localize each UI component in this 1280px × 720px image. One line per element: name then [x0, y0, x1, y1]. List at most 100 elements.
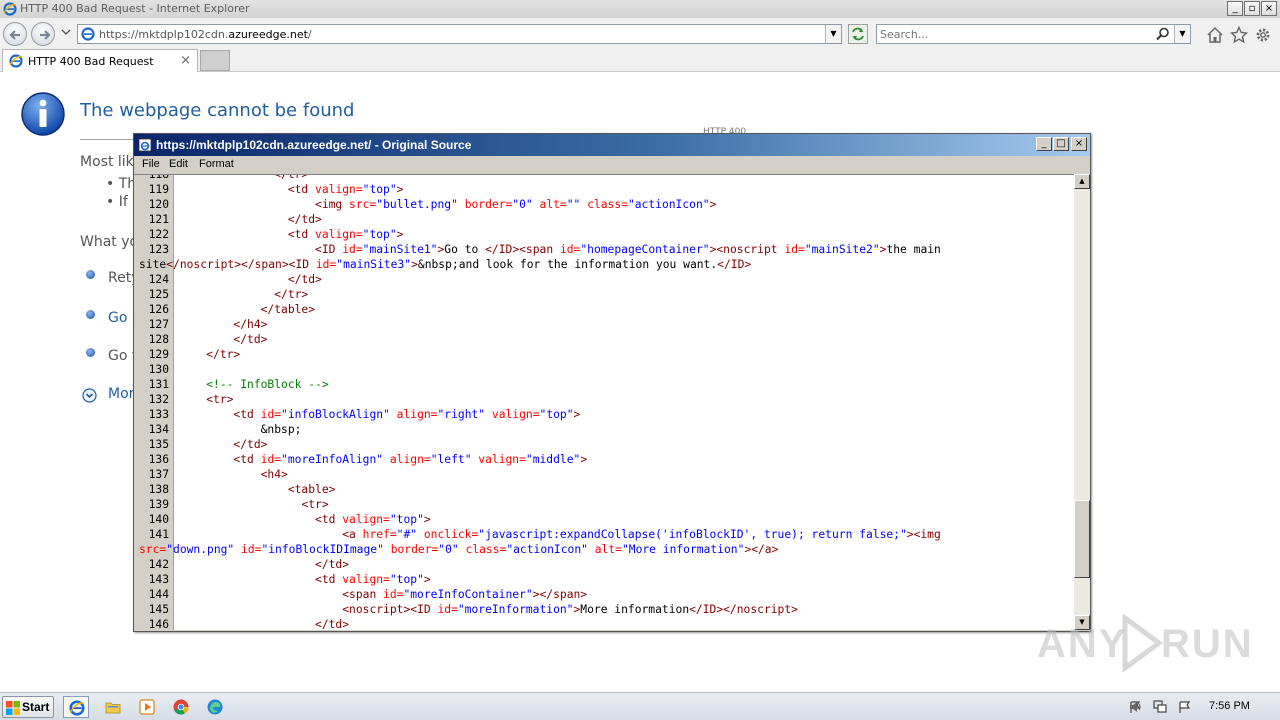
scrollbar-thumb[interactable]	[1074, 500, 1090, 578]
line-number: 130	[148, 363, 169, 376]
line-number: 132	[148, 393, 169, 406]
volume-icon[interactable]	[1128, 700, 1144, 714]
taskbar-clock[interactable]: 7:56 PM	[1209, 700, 1250, 712]
line-number: 134	[148, 423, 169, 436]
code-text: <a href="#" onclick="javascript:expandCo…	[342, 528, 941, 541]
restore-button[interactable]: ▫	[1244, 1, 1260, 16]
code-text: </td>	[287, 273, 322, 286]
bullet-icon	[86, 348, 95, 357]
code-text: </tr>	[206, 348, 241, 361]
code-text: </td>	[315, 558, 350, 571]
refresh-icon	[852, 27, 864, 41]
back-button[interactable]	[3, 22, 27, 46]
code-text: </td>	[233, 438, 268, 451]
code-line: 138 <table>	[134, 482, 1074, 497]
line-number: 137	[148, 468, 169, 481]
code-line: 132 <tr>	[134, 392, 1074, 407]
network-icon[interactable]	[1152, 700, 1168, 714]
code-line: 121 </td>	[134, 212, 1074, 227]
code-line: 141 <a href="#" onclick="javascript:expa…	[134, 527, 1074, 542]
code-text: src="down.png" id="infoBlockIDImage" bor…	[139, 543, 779, 556]
source-minimize-button[interactable]: _	[1036, 137, 1052, 151]
tab-label: HTTP 400 Bad Request	[28, 55, 154, 68]
close-button[interactable]: ×	[1261, 1, 1277, 16]
code-text: </table>	[260, 303, 316, 316]
code-text: site</noscript></span><ID id="mainSite3"…	[139, 258, 752, 271]
error-title: The webpage cannot be found	[80, 100, 355, 121]
code-text: <td id="moreInfoAlign" align="left" vali…	[233, 453, 588, 466]
home-icon[interactable]	[1206, 26, 1224, 44]
tab-strip: HTTP 400 Bad Request ×	[0, 48, 1280, 72]
code-text: <table>	[287, 483, 336, 496]
action-center-icon[interactable]	[1176, 700, 1192, 714]
source-menu-bar: File Edit Format	[134, 156, 1090, 174]
page-icon	[81, 27, 95, 41]
address-url[interactable]: https://mktdplp102cdn.azureedge.net/	[99, 28, 312, 41]
code-line: 129 </tr>	[134, 347, 1074, 362]
scroll-up-button[interactable]: ▲	[1074, 174, 1090, 189]
code-line: 126 </table>	[134, 302, 1074, 317]
recent-pages-dropdown-icon[interactable]	[61, 28, 71, 36]
minimize-button[interactable]: _	[1227, 1, 1243, 16]
expand-icon[interactable]	[82, 388, 97, 403]
source-close-button[interactable]: ×	[1071, 137, 1087, 151]
ie-icon	[138, 138, 152, 152]
ie-title-bar[interactable]: HTTP 400 Bad Request - Internet Explorer…	[0, 0, 1280, 18]
star-icon[interactable]	[1230, 26, 1248, 44]
tab-close-icon[interactable]: ×	[180, 53, 191, 68]
magnifier-icon[interactable]	[1156, 27, 1170, 41]
source-code: 118 </tr> 119 <td valign="top"> 120 <img s…	[134, 174, 1074, 630]
forward-button[interactable]	[31, 22, 55, 46]
vertical-scrollbar[interactable]: ▲ ▼	[1074, 174, 1090, 630]
source-viewer-title-bar[interactable]: https://mktdplp102cdn.azureedge.net/ - O…	[134, 134, 1090, 156]
line-number: 118	[148, 174, 169, 181]
code-text: <td valign="top">	[315, 513, 431, 526]
line-number: 128	[148, 333, 169, 346]
start-button[interactable]: Start	[2, 696, 54, 718]
taskbar-edge[interactable]	[202, 696, 228, 718]
taskbar: Start 7:56 PM	[0, 692, 1280, 720]
search-box[interactable]: ▼	[876, 24, 1191, 44]
source-viewer-window[interactable]: https://mktdplp102cdn.azureedge.net/ - O…	[133, 133, 1091, 632]
new-tab-button[interactable]	[200, 50, 230, 71]
info-icon	[21, 92, 65, 136]
taskbar-explorer[interactable]	[100, 696, 126, 718]
source-maximize-button[interactable]: □	[1053, 137, 1069, 151]
code-text: <tr>	[301, 498, 329, 511]
code-line: 119 <td valign="top">	[134, 182, 1074, 197]
menu-file[interactable]: File	[142, 158, 160, 170]
line-number: 136	[148, 453, 169, 466]
code-text: <span id="moreInfoContainer"></span>	[342, 588, 588, 601]
tab-http-400[interactable]: HTTP 400 Bad Request ×	[2, 49, 198, 72]
address-dropdown-button[interactable]: ▼	[825, 25, 841, 43]
code-line: 135 </td>	[134, 437, 1074, 452]
taskbar-ie[interactable]	[63, 696, 89, 718]
source-code-area[interactable]: 118 </tr> 119 <td valign="top"> 120 <img s…	[134, 174, 1074, 630]
code-line: 124 </td>	[134, 272, 1074, 287]
folder-icon	[105, 702, 121, 714]
menu-format[interactable]: Format	[199, 158, 234, 170]
search-dropdown-button[interactable]: ▼	[1174, 25, 1190, 43]
line-number: 123	[148, 243, 169, 256]
code-line: 125 </tr>	[134, 287, 1074, 302]
navigation-bar: https://mktdplp102cdn.azureedge.net/ ▼ ▼	[0, 18, 1280, 48]
taskbar-media-player[interactable]	[134, 696, 160, 718]
forward-arrow-icon	[40, 30, 51, 40]
more-information-link[interactable]: Mor	[108, 386, 134, 402]
menu-edit[interactable]: Edit	[169, 158, 188, 170]
line-number: 119	[148, 183, 169, 196]
line-number: 124	[148, 273, 169, 286]
chrome-icon	[173, 699, 189, 715]
code-line: 131 <!-- InfoBlock -->	[134, 377, 1074, 392]
code-line: 134 &nbsp;	[134, 422, 1074, 437]
what-you-can-try-heading: What yo	[80, 234, 139, 250]
refresh-button[interactable]	[848, 24, 868, 44]
taskbar-chrome[interactable]	[168, 696, 194, 718]
go-back-link[interactable]: Go l	[108, 310, 136, 326]
line-number: 142	[148, 558, 169, 571]
address-bar[interactable]: https://mktdplp102cdn.azureedge.net/ ▼	[77, 24, 842, 44]
line-number: 135	[148, 438, 169, 451]
code-line: src="down.png" id="infoBlockIDImage" bor…	[134, 542, 1074, 557]
search-input[interactable]	[880, 27, 1150, 41]
gear-icon[interactable]	[1254, 26, 1272, 44]
